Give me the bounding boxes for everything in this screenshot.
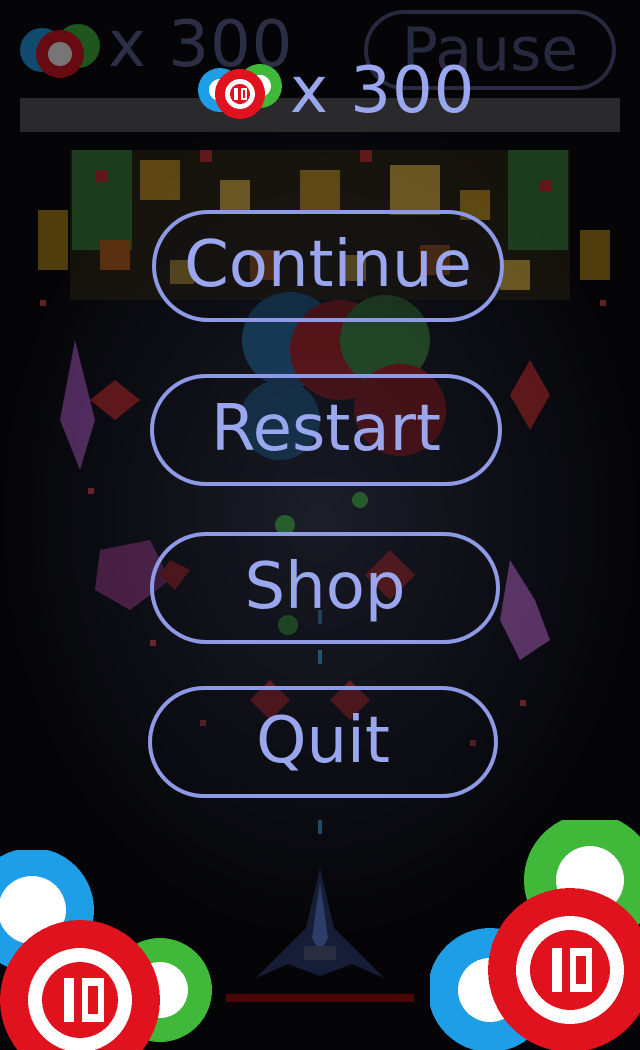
restart-button[interactable]: Restart [150, 374, 502, 486]
poker-chips-icon [198, 64, 282, 119]
quit-button[interactable]: Quit [148, 686, 498, 798]
poker-chips-icon [430, 820, 640, 1050]
game-screen: x 300 Pause x 300 Continue Restart Shop … [0, 0, 640, 1050]
health-bar [226, 994, 414, 1002]
coin-counter: x 300 [196, 56, 475, 126]
continue-button[interactable]: Continue [152, 210, 504, 322]
shop-button[interactable]: Shop [150, 532, 500, 644]
coin-count: x 300 [290, 54, 476, 128]
poker-chips-icon [20, 24, 100, 78]
poker-chips-icon [0, 850, 212, 1050]
spaceship-icon [256, 868, 384, 978]
